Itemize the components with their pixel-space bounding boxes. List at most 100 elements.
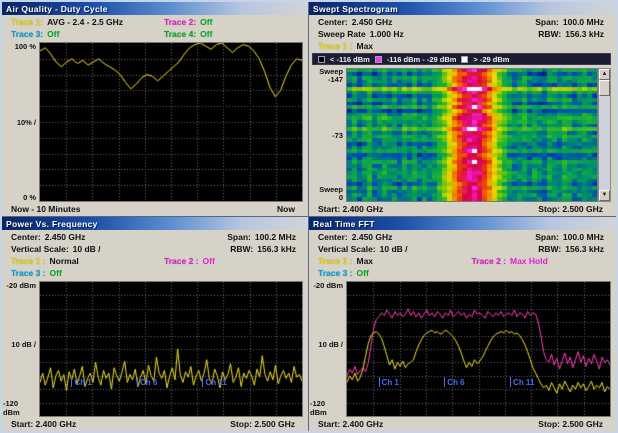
trace2-value: Off (203, 256, 215, 266)
trace1-value: Max (357, 256, 374, 266)
sweep-top-group: Sweep -147 (319, 68, 343, 84)
trace2-info: Trace 2 : Off (155, 256, 308, 266)
spectrogram-chart-block: Sweep -147 -73 Sweep 0 ▲ ▼ Start: 2.400 … (309, 66, 616, 216)
trace2-value: Off (200, 17, 212, 27)
trace4-info: Trace 4: Off (155, 29, 308, 39)
start-freq-label: Start: 2.400 GHz (318, 419, 383, 429)
rbw-field: RBW: 156.3 kHz (155, 244, 308, 254)
legend-label-over: > -29 dBm (473, 55, 509, 64)
scrollbar-thumb[interactable] (599, 80, 610, 96)
trace1-info: Trace 1 : Max (309, 41, 463, 51)
y-label-scale: 10 dB / (11, 340, 36, 349)
power-vs-frequency-title: Power Vs. Frequency (6, 219, 98, 229)
legend-label-under: < -116 dBm (330, 55, 370, 64)
trace3-label: Trace 3 : (11, 268, 46, 278)
sweep-mid-value: -73 (332, 131, 343, 140)
trace3-value: Off (47, 29, 59, 39)
spectrogram-scrollbar[interactable]: ▲ ▼ (598, 68, 611, 202)
trace3-value: Off (50, 268, 62, 278)
air-quality-header: Trace 1: AVG - 2.4 - 2.5 GHz Trace 2: Of… (2, 15, 308, 40)
field-row: Vertical Scale: 10 dB / RBW: 156.3 kHz (309, 243, 616, 255)
center-field: Center: 2.450 GHz (309, 17, 463, 27)
scroll-up-button[interactable]: ▲ (599, 69, 610, 80)
trace1-info: Trace 1: AVG - 2.4 - 2.5 GHz (2, 17, 155, 27)
x-label-right: Now (277, 204, 295, 214)
trace1-info: Trace 1 : Max (309, 256, 463, 266)
air-quality-titlebar[interactable]: Air Quality - Duty Cycle (2, 2, 308, 15)
duty-cycle-chart-block: 100 % 10% / 0 % Now - 10 Minutes Now (2, 40, 308, 216)
trace-row: Trace 3 : Off (2, 267, 308, 279)
panel-swept-spectrogram: Swept Spectrogram Center: 2.450 GHz Span… (309, 2, 616, 216)
panel-power-vs-frequency: Power Vs. Frequency Center: 2.450 GHz Sp… (2, 217, 308, 431)
trace2-info: Trace 2: Off (155, 17, 308, 27)
trace1-label: Trace 1 : (11, 256, 46, 266)
legend-swatch-over (461, 56, 468, 63)
power-vs-frequency-plot: Ch 1Ch 6Ch 11 (39, 281, 303, 417)
y-label-top: 100 % (15, 42, 36, 51)
y-label-bottom: 0 % (23, 193, 36, 202)
legend-swatch-range (375, 56, 382, 63)
power-trace-canvas (40, 282, 302, 416)
trace3-info: Trace 3 : Off (309, 268, 463, 278)
trace2-value: Max Hold (510, 256, 548, 266)
stop-freq-label: Stop: 2.500 GHz (538, 204, 603, 214)
center-field: Center: 2.450 GHz (2, 232, 155, 242)
real-time-fft-titlebar[interactable]: Real Time FFT (309, 217, 616, 230)
spectrum-analyzer-window: Air Quality - Duty Cycle Trace 1: AVG - … (0, 0, 618, 433)
power-y-axis: -20 dBm 10 dB / -120 dBm (3, 281, 39, 417)
trace-row: Trace 1 : Max (309, 40, 616, 52)
trace-row: Trace 3 : Off (309, 267, 616, 279)
scroll-down-button[interactable]: ▼ (599, 190, 610, 201)
scrollbar-track[interactable] (599, 96, 610, 190)
power-vs-frequency-chart-block: -20 dBm 10 dB / -120 dBm Ch 1Ch 6Ch 11 S… (2, 279, 308, 431)
rbw-field: RBW: 156.3 kHz (463, 244, 617, 254)
x-label-left: Now - 10 Minutes (11, 204, 80, 214)
field-row: Vertical Scale: 10 dB / RBW: 156.3 kHz (2, 243, 308, 255)
spectrogram-titlebar[interactable]: Swept Spectrogram (309, 2, 616, 15)
vertical-scale-field: Vertical Scale: 10 dB / (309, 244, 463, 254)
spectrogram-y-axis: Sweep -147 -73 Sweep 0 (310, 68, 346, 202)
duty-cycle-trace-canvas (40, 43, 302, 201)
air-quality-title: Air Quality - Duty Cycle (6, 4, 108, 14)
trace3-info: Trace 3 : Off (2, 268, 155, 278)
field-row: Center: 2.450 GHz Span: 100.0 MHz (309, 16, 616, 28)
spectrogram-waterfall-canvas (347, 69, 597, 201)
color-scale-legend: < -116 dBm -116 dBm - -29 dBm > -29 dBm (312, 53, 611, 65)
trace2-info: Trace 2 : Max Hold (463, 256, 617, 266)
trace1-label: Trace 1: (11, 17, 43, 27)
fft-x-axis: Start: 2.400 GHz Stop: 2.500 GHz (310, 417, 611, 430)
trace-row: Trace 1: AVG - 2.4 - 2.5 GHz Trace 2: Of… (2, 16, 308, 28)
trace2-label: Trace 2 : (164, 256, 199, 266)
rbw-field: RBW: 156.3 kHz (463, 29, 617, 39)
stop-freq-label: Stop: 2.500 GHz (230, 419, 295, 429)
trace1-label: Trace 1 : (318, 256, 353, 266)
field-row: Center: 2.450 GHz Span: 100.2 MHz (2, 231, 308, 243)
trace-row: Trace 1 : Normal Trace 2 : Off (2, 255, 308, 267)
start-freq-label: Start: 2.400 GHz (11, 419, 76, 429)
center-field: Center: 2.450 GHz (309, 232, 463, 242)
field-row: Sweep Rate 1.000 Hz RBW: 156.3 kHz (309, 28, 616, 40)
duty-cycle-plot (39, 42, 303, 202)
trace3-info: Trace 3: Off (2, 29, 155, 39)
vertical-scale-field: Vertical Scale: 10 dB / (2, 244, 155, 254)
y-label-top: -20 dBm (6, 281, 36, 290)
duty-cycle-x-axis: Now - 10 Minutes Now (3, 202, 303, 215)
panel-real-time-fft: Real Time FFT Center: 2.450 GHz Span: 10… (309, 217, 616, 431)
trace-row: Trace 1 : Max Trace 2 : Max Hold (309, 255, 616, 267)
trace4-value: Off (200, 29, 212, 39)
spectrogram-title: Swept Spectrogram (313, 4, 398, 14)
power-x-axis: Start: 2.400 GHz Stop: 2.500 GHz (3, 417, 303, 430)
real-time-fft-header: Center: 2.450 GHz Span: 100.0 MHz Vertic… (309, 230, 616, 279)
real-time-fft-plot: Ch 1Ch 6Ch 11 (346, 281, 611, 417)
trace-row: Trace 3: Off Trace 4: Off (2, 28, 308, 40)
spectrogram-header: Center: 2.450 GHz Span: 100.0 MHz Sweep … (309, 15, 616, 52)
duty-cycle-y-axis: 100 % 10% / 0 % (3, 42, 39, 202)
real-time-fft-title: Real Time FFT (313, 219, 375, 229)
start-freq-label: Start: 2.400 GHz (318, 204, 383, 214)
power-vs-frequency-titlebar[interactable]: Power Vs. Frequency (2, 217, 308, 230)
legend-label-range: -116 dBm - -29 dBm (387, 55, 457, 64)
trace3-label: Trace 3: (11, 29, 43, 39)
trace2-label: Trace 2 : (472, 256, 507, 266)
y-label-bottom: -120 dBm (3, 399, 36, 417)
trace3-label: Trace 3 : (318, 268, 353, 278)
